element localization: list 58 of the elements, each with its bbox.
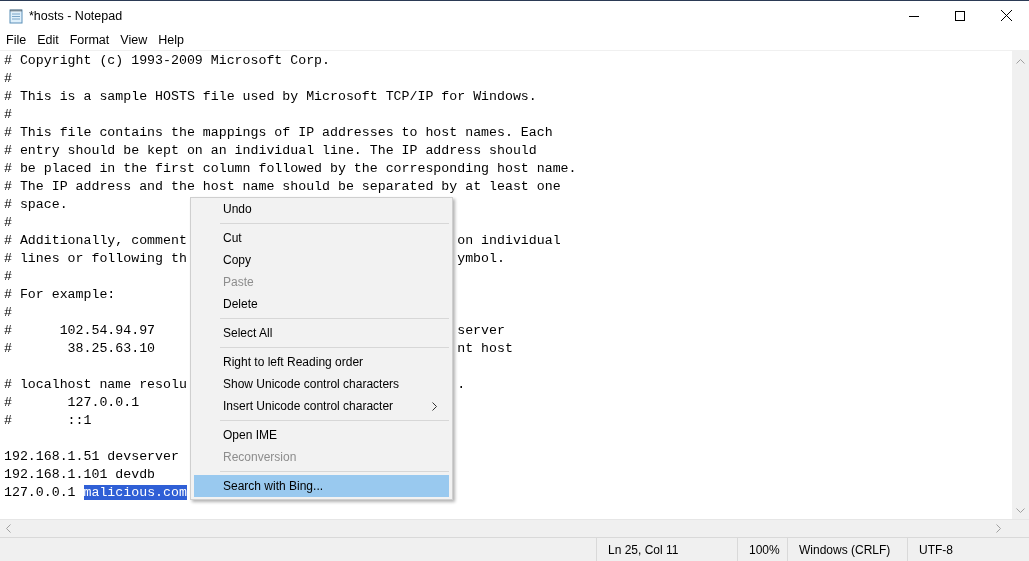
maximize-icon	[955, 10, 965, 21]
menu-item[interactable]: Show Unicode control characters	[194, 373, 449, 395]
window-title: *hosts - Notepad	[29, 8, 123, 23]
text-line: 127.0.0.1	[4, 485, 77, 500]
menu-item[interactable]: Edit	[37, 33, 59, 47]
menu-item[interactable]: Search with Bing...	[194, 475, 449, 497]
menu-item[interactable]: Help	[158, 33, 184, 47]
menu-item[interactable]: Format	[69, 33, 110, 47]
text-line: # Additionally, comment	[4, 233, 187, 248]
text-line: 192.168.1.101 devdb	[4, 467, 156, 482]
text-line: server	[457, 322, 505, 340]
text-line: #	[4, 107, 12, 122]
text-line: 192.168.1.51 devserver	[4, 449, 179, 464]
text-line: nt host	[457, 340, 513, 358]
menu-item[interactable]: Right to left Reading order	[194, 351, 449, 373]
text-line: # This is a sample HOSTS file used by Microsoft TCP/IP for Windows.	[4, 89, 537, 104]
text-line: #	[4, 269, 12, 284]
menu-item[interactable]: Undo	[194, 198, 449, 220]
menu-item[interactable]: Insert Unicode control character	[194, 395, 449, 417]
scroll-left-icon[interactable]	[6, 524, 11, 533]
scroll-right-icon[interactable]	[996, 524, 1001, 533]
text-line: # Copyright (c) 1993-2009 Microsoft Corp.	[4, 53, 330, 68]
text-line: ymbol.	[457, 250, 505, 268]
text-line: # localhost name resolu	[4, 377, 187, 392]
text-line: # entry should be kept on an individual line. The IP address should	[4, 143, 537, 158]
text-line: #	[4, 305, 12, 320]
menu-item[interactable]: Open IME	[194, 424, 449, 446]
text-line: # ::1	[4, 413, 92, 428]
text-line: # 102.54.94.97	[4, 323, 156, 338]
horizontal-scrollbar[interactable]	[0, 519, 1029, 537]
text-line: #	[4, 215, 12, 230]
status-field: 100%	[737, 538, 787, 561]
menu-item[interactable]: View	[120, 33, 148, 47]
status-field: UTF-8	[907, 538, 1029, 561]
selected-text: malicious.com	[83, 485, 187, 500]
text-line: # space.	[4, 197, 68, 212]
text-line: # The IP address and the host name should be separated by at least one	[4, 179, 561, 194]
close-icon	[1000, 10, 1012, 21]
menu-item[interactable]: Cut	[194, 227, 449, 249]
text-line: # 38.25.63.10	[4, 341, 156, 356]
scroll-down-icon[interactable]	[1016, 508, 1025, 513]
text-line: #	[4, 71, 12, 86]
scroll-up-icon[interactable]	[1016, 59, 1025, 64]
text-line: # 127.0.0.1	[4, 395, 140, 410]
vertical-scrollbar[interactable]	[1012, 51, 1029, 519]
menu-item[interactable]: Delete	[194, 293, 449, 315]
text-line: # This file contains the mappings of IP addresses to host names. Each	[4, 125, 553, 140]
text-line: on individual	[457, 232, 561, 250]
menu-item[interactable]: Select All	[194, 322, 449, 344]
status-field: Windows (CRLF)	[787, 538, 907, 561]
menu-item[interactable]: Copy	[194, 249, 449, 271]
text-line: # be placed in the first column followed by the corresponding host name.	[4, 161, 577, 176]
text-line: .	[457, 376, 466, 394]
text-line: # lines or following th	[4, 251, 187, 266]
text-line: # For example:	[4, 287, 116, 302]
notepad-icon	[8, 7, 24, 24]
menu-item[interactable]: File	[6, 33, 27, 47]
status-field: Ln 25, Col 11	[596, 538, 737, 561]
